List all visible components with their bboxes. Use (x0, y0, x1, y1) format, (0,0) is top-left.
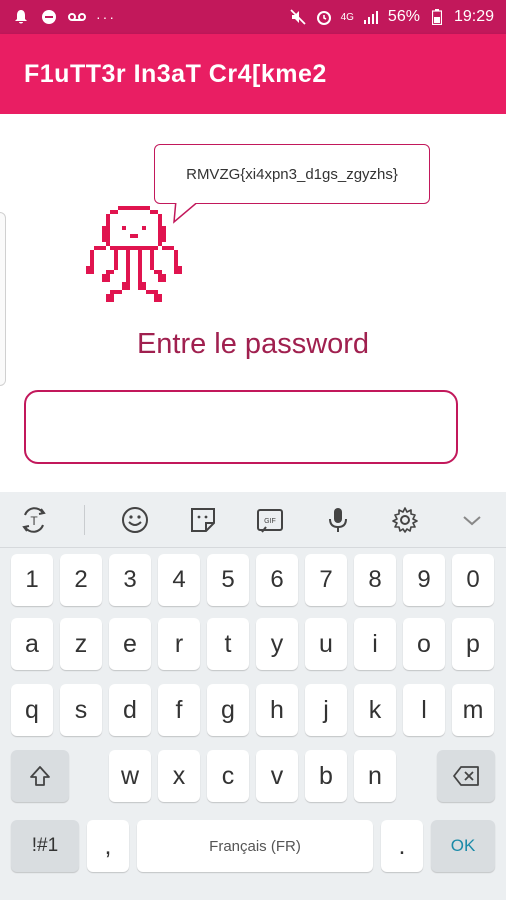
main-content: RMVZG{xi4xpn3_d1gs_zgyzhs} Entre le pass… (0, 114, 506, 492)
password-input[interactable] (24, 390, 458, 464)
key-6[interactable]: 6 (256, 554, 298, 606)
key-r[interactable]: r (158, 618, 200, 670)
text-switch-icon[interactable]: T (17, 503, 51, 537)
soft-keyboard: T GIF 1 2 3 4 5 6 7 8 9 0 a z e r t y u … (0, 492, 506, 900)
mute-icon (289, 8, 307, 26)
settings-icon[interactable] (388, 503, 422, 537)
letter-row-3: w x c v b n (0, 750, 506, 814)
more-notifications: ··· (96, 9, 116, 25)
sticker-icon[interactable] (186, 503, 220, 537)
key-9[interactable]: 9 (403, 554, 445, 606)
key-a[interactable]: a (11, 618, 53, 670)
key-g[interactable]: g (207, 684, 249, 736)
clock: 19:29 (453, 8, 494, 25)
app-bar: F1uTT3r In3aT Cr4[kme2 (0, 34, 506, 114)
key-b[interactable]: b (305, 750, 347, 802)
backspace-key[interactable] (437, 750, 495, 802)
key-m[interactable]: m (452, 684, 494, 736)
key-n[interactable]: n (354, 750, 396, 802)
hint-speech-bubble: RMVZG{xi4xpn3_d1gs_zgyzhs} (154, 144, 430, 204)
key-u[interactable]: u (305, 618, 347, 670)
shift-icon (28, 764, 52, 788)
key-v[interactable]: v (256, 750, 298, 802)
voicemail-icon (68, 8, 86, 26)
battery-percent: 56% (387, 8, 420, 25)
space-bar[interactable]: Français (FR) (137, 820, 373, 872)
key-5[interactable]: 5 (207, 554, 249, 606)
svg-text:GIF: GIF (264, 518, 276, 525)
gif-icon[interactable]: GIF (253, 503, 287, 537)
number-row: 1 2 3 4 5 6 7 8 9 0 (0, 554, 506, 618)
shift-key[interactable] (11, 750, 69, 802)
ok-key[interactable]: OK (431, 820, 495, 872)
svg-text:T: T (30, 514, 38, 528)
pixel-octopus-icon (86, 206, 182, 302)
backspace-icon (452, 765, 480, 787)
key-i[interactable]: i (354, 618, 396, 670)
period-key[interactable]: . (381, 820, 423, 872)
key-y[interactable]: y (256, 618, 298, 670)
app-title: F1uTT3r In3aT Cr4[kme2 (24, 59, 327, 88)
key-f[interactable]: f (158, 684, 200, 736)
key-3[interactable]: 3 (109, 554, 151, 606)
key-2[interactable]: 2 (60, 554, 102, 606)
key-s[interactable]: s (60, 684, 102, 736)
key-d[interactable]: d (109, 684, 151, 736)
key-l[interactable]: l (403, 684, 445, 736)
key-1[interactable]: 1 (11, 554, 53, 606)
symbols-key[interactable]: !#1 (11, 820, 79, 872)
mic-icon[interactable] (321, 503, 355, 537)
key-p[interactable]: p (452, 618, 494, 670)
key-t[interactable]: t (207, 618, 249, 670)
letter-row-1: a z e r t y u i o p (0, 618, 506, 682)
blocked-icon (40, 8, 58, 26)
toolbar-divider (84, 504, 86, 535)
key-k[interactable]: k (354, 684, 396, 736)
chevron-down-icon[interactable] (455, 503, 489, 537)
alarm-icon (315, 8, 333, 26)
password-prompt: Entre le password (136, 328, 370, 360)
notification-icon (12, 8, 30, 26)
key-c[interactable]: c (207, 750, 249, 802)
battery-icon (428, 8, 446, 26)
hint-text: RMVZG{xi4xpn3_d1gs_zgyzhs} (186, 165, 398, 183)
emoji-icon[interactable] (118, 503, 152, 537)
signal-icon (362, 8, 380, 26)
network-type: 4G (340, 11, 354, 23)
key-4[interactable]: 4 (158, 554, 200, 606)
key-z[interactable]: z (60, 618, 102, 670)
key-8[interactable]: 8 (354, 554, 396, 606)
key-h[interactable]: h (256, 684, 298, 736)
keyboard-toolbar: T GIF (0, 492, 506, 548)
bottom-row: !#1 , Français (FR) . OK (0, 820, 506, 884)
key-e[interactable]: e (109, 618, 151, 670)
key-q[interactable]: q (11, 684, 53, 736)
comma-key[interactable]: , (87, 820, 129, 872)
key-j[interactable]: j (305, 684, 347, 736)
key-o[interactable]: o (403, 618, 445, 670)
letter-row-2: q s d f g h j k l m (0, 684, 506, 748)
key-7[interactable]: 7 (305, 554, 347, 606)
key-w[interactable]: w (109, 750, 151, 802)
status-bar: ··· 4G 56% 19:29 (0, 0, 506, 34)
key-x[interactable]: x (158, 750, 200, 802)
key-0[interactable]: 0 (452, 554, 494, 606)
